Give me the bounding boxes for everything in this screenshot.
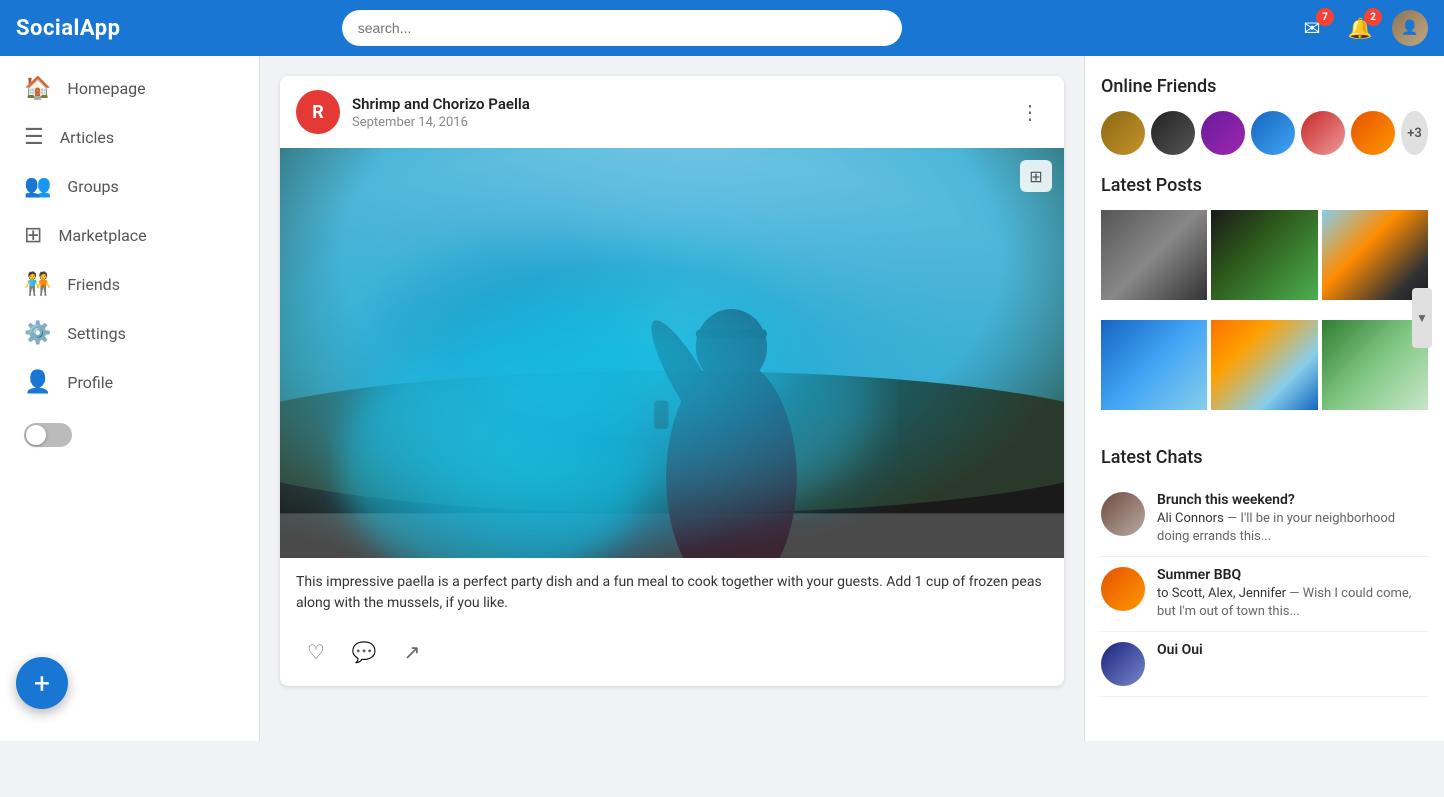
latest-posts-grid: ▼ — [1101, 210, 1428, 427]
grid-image-5 — [1211, 320, 1317, 410]
search-container — [342, 10, 902, 46]
post-menu-button[interactable]: ⋮ — [1012, 94, 1048, 130]
smoke-overlay — [280, 148, 1064, 558]
friend-avatar-4[interactable] — [1251, 111, 1295, 155]
like-button[interactable]: ♡ — [296, 632, 336, 672]
chat-content-2: Summer BBQ to Scott, Alex, Jennifer — Wi… — [1157, 567, 1428, 621]
fab-button[interactable]: + — [16, 657, 68, 709]
chat-title-1: Brunch this weekend? — [1157, 492, 1428, 508]
post-date: September 14, 2016 — [352, 115, 1012, 130]
sidebar-label-settings: Settings — [67, 324, 125, 343]
sidebar-label-homepage: Homepage — [67, 79, 145, 98]
grid-post-2[interactable] — [1211, 210, 1317, 316]
chat-title-3: Oui Oui — [1157, 642, 1428, 658]
sidebar-label-groups: Groups — [67, 177, 118, 196]
sidebar-item-articles[interactable]: ☰ Articles — [0, 113, 259, 162]
chat-title-2: Summer BBQ — [1157, 567, 1428, 583]
post-user-avatar: R — [296, 90, 340, 134]
chat-preview-1: Ali Connors — I'll be in your neighborho… — [1157, 510, 1428, 546]
chat-preview-2: to Scott, Alex, Jennifer — Wish I could … — [1157, 585, 1428, 621]
post-image — [280, 148, 1064, 558]
chat-sender-1: Ali Connors — [1157, 511, 1224, 526]
post-image-wrap: ⊞ — [280, 148, 1064, 558]
sidebar-item-settings[interactable]: ⚙️ Settings — [0, 309, 259, 358]
grid-scroll-down-button[interactable]: ▼ — [1412, 288, 1432, 348]
online-friends-row: +3 — [1101, 111, 1428, 155]
chat-item-2[interactable]: Summer BBQ to Scott, Alex, Jennifer — Wi… — [1101, 557, 1428, 632]
search-input[interactable] — [342, 10, 902, 46]
chat-avatar-2 — [1101, 567, 1145, 611]
share-icon: ↗ — [404, 640, 421, 664]
chat-avatar-1 — [1101, 492, 1145, 536]
post-card: R Shrimp and Chorizo Paella September 14… — [280, 76, 1064, 686]
post-meta: Shrimp and Chorizo Paella September 14, … — [352, 95, 1012, 130]
grid-image-1 — [1101, 210, 1207, 300]
toggle-thumb — [26, 425, 46, 445]
fab-plus-icon: + — [34, 667, 50, 700]
latest-posts-title: Latest Posts — [1101, 175, 1428, 196]
header-actions: ✉ 7 🔔 2 👤 — [1296, 10, 1428, 46]
comment-icon: 💬 — [352, 640, 377, 664]
chat-item-1[interactable]: Brunch this weekend? Ali Connors — I'll … — [1101, 482, 1428, 557]
post-description: This impressive paella is a perfect part… — [280, 558, 1064, 624]
sidebar: 🏠 Homepage ☰ Articles 👥 Groups ⊞ Marketp… — [0, 56, 260, 741]
sidebar-item-groups[interactable]: 👥 Groups — [0, 162, 259, 211]
messages-icon-wrap[interactable]: ✉ 7 — [1296, 12, 1328, 44]
grid-image-3 — [1322, 210, 1428, 300]
main-content: R Shrimp and Chorizo Paella September 14… — [260, 56, 1084, 741]
grid-image-4 — [1101, 320, 1207, 410]
chat-content-1: Brunch this weekend? Ali Connors — I'll … — [1157, 492, 1428, 546]
grid-post-4[interactable] — [1101, 320, 1207, 426]
home-icon: 🏠 — [24, 76, 51, 101]
more-vert-icon: ⋮ — [1020, 100, 1040, 124]
posts-grid — [1101, 210, 1428, 427]
post-title: Shrimp and Chorizo Paella — [352, 95, 1012, 113]
sidebar-item-marketplace[interactable]: ⊞ Marketplace — [0, 211, 259, 260]
fullscreen-icon[interactable]: ⊞ — [1020, 160, 1052, 192]
friend-avatar-5[interactable] — [1301, 111, 1345, 155]
grid-post-5[interactable] — [1211, 320, 1317, 426]
grid-post-1[interactable] — [1101, 210, 1207, 316]
profile-icon: 👤 — [24, 370, 51, 395]
header: SocialApp ✉ 7 🔔 2 👤 — [0, 0, 1444, 56]
latest-chats-title: Latest Chats — [1101, 447, 1428, 468]
sidebar-label-marketplace: Marketplace — [58, 226, 146, 245]
groups-icon: 👥 — [24, 174, 51, 199]
notifications-icon-wrap[interactable]: 🔔 2 — [1344, 12, 1376, 44]
heart-icon: ♡ — [307, 640, 325, 664]
friends-more-button[interactable]: +3 — [1401, 111, 1428, 155]
post-header: R Shrimp and Chorizo Paella September 14… — [280, 76, 1064, 148]
sidebar-item-profile[interactable]: 👤 Profile — [0, 358, 259, 407]
friends-icon: 🧑‍🤝‍🧑 — [24, 272, 51, 297]
sidebar-label-friends: Friends — [67, 275, 120, 294]
share-button[interactable]: ↗ — [392, 632, 432, 672]
articles-icon: ☰ — [24, 125, 44, 150]
notifications-badge: 2 — [1364, 8, 1382, 26]
sidebar-item-friends[interactable]: 🧑‍🤝‍🧑 Friends — [0, 260, 259, 309]
app-logo: SocialApp — [16, 16, 121, 41]
settings-icon: ⚙️ — [24, 321, 51, 346]
user-avatar[interactable]: 👤 — [1392, 10, 1428, 46]
grid-image-2 — [1211, 210, 1317, 300]
right-panel: Online Friends +3 Latest Posts — [1084, 56, 1444, 741]
comment-button[interactable]: 💬 — [344, 632, 384, 672]
chat-sender-2: to Scott, Alex, Jennifer — [1157, 586, 1286, 601]
marketplace-icon: ⊞ — [24, 223, 42, 248]
chat-item-3[interactable]: Oui Oui — [1101, 632, 1428, 697]
theme-toggle[interactable] — [24, 423, 72, 447]
messages-badge: 7 — [1316, 8, 1334, 26]
friend-avatar-3[interactable] — [1201, 111, 1245, 155]
friend-avatar-6[interactable] — [1351, 111, 1395, 155]
sidebar-label-profile: Profile — [67, 373, 113, 392]
friend-avatar-2[interactable] — [1151, 111, 1195, 155]
chat-avatar-3 — [1101, 642, 1145, 686]
friend-avatar-1[interactable] — [1101, 111, 1145, 155]
chat-content-3: Oui Oui — [1157, 642, 1428, 658]
sidebar-item-homepage[interactable]: 🏠 Homepage — [0, 64, 259, 113]
online-friends-title: Online Friends — [1101, 76, 1428, 97]
post-actions: ♡ 💬 ↗ — [280, 624, 1064, 686]
sidebar-label-articles: Articles — [60, 128, 114, 147]
theme-toggle-container — [0, 407, 259, 463]
